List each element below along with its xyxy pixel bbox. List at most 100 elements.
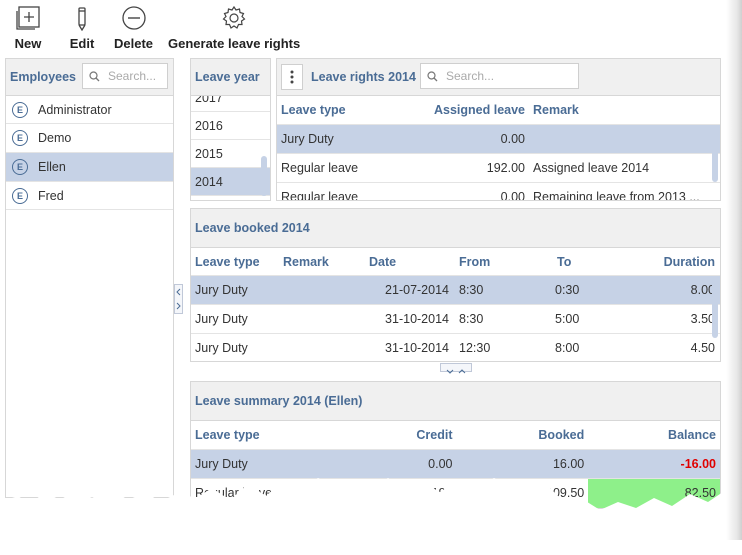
column-header[interactable]: From <box>453 255 523 269</box>
leave-year-value: 2015 <box>195 146 223 161</box>
cell-balance-negative: -16.00 <box>680 457 716 471</box>
cell-assigned-leave: 0.00 <box>500 190 525 200</box>
leave-year-scrollbar[interactable] <box>261 156 267 196</box>
cell-from: 12:30 <box>459 340 491 355</box>
torn-edge-decoration <box>0 478 742 555</box>
delete-button[interactable]: Delete <box>114 4 153 51</box>
page-shadow-right <box>726 0 742 540</box>
chevron-down-up-icon <box>446 369 466 374</box>
new-label: New <box>14 36 42 51</box>
table-row[interactable]: Jury Duty 0.00 <box>277 125 720 154</box>
employee-icon: E <box>12 130 28 146</box>
more-options-button[interactable] <box>281 64 303 90</box>
column-header[interactable]: Remark <box>279 255 365 269</box>
cell-credit: 0.00 <box>428 457 453 471</box>
cell-to: 8:00 <box>555 340 580 355</box>
column-header[interactable]: Remark <box>529 103 709 117</box>
cell-date: 21-07-2014 <box>385 283 449 297</box>
cell-duration: 8.00 <box>690 283 715 297</box>
employee-icon: E <box>12 187 28 204</box>
cell-leave-type: Jury Duty <box>195 340 248 355</box>
generate-label: Generate leave rights <box>168 36 301 51</box>
leave-booked-scrollbar[interactable] <box>712 278 718 338</box>
column-header[interactable]: Credit <box>325 428 457 442</box>
leave-year-title: Leave year <box>195 70 260 84</box>
minus-circle-icon <box>120 4 148 32</box>
pencil-icon <box>68 4 96 32</box>
edit-label: Edit <box>69 36 95 51</box>
column-header[interactable]: Assigned leave <box>413 103 529 117</box>
edit-button[interactable]: Edit <box>68 4 96 51</box>
leave-year-header: Leave year <box>191 59 270 96</box>
cell-leave-type: Jury Duty <box>195 283 248 297</box>
leave-booked-title: Leave booked 2014 <box>195 221 310 235</box>
leave-rights-scrollbar[interactable] <box>712 126 718 182</box>
panel-resize-handle[interactable] <box>440 363 472 374</box>
employee-icon: E <box>12 159 28 175</box>
cell-duration: 4.50 <box>690 340 715 355</box>
employees-header: Employees Search... <box>6 59 173 96</box>
leave-rights-search-input[interactable]: Search... <box>420 63 579 89</box>
cell-to: 0:30 <box>555 283 580 297</box>
leave-summary-title: Leave summary 2014 (Ellen) <box>195 394 363 408</box>
employee-row-selected[interactable]: E Ellen <box>6 153 173 182</box>
employee-name: Ellen <box>38 160 66 174</box>
employee-row[interactable]: E Demo <box>6 124 173 153</box>
leave-year-value: 2016 <box>195 118 223 133</box>
leave-year-row[interactable]: 2017 <box>191 96 270 112</box>
leave-rights-title: Leave rights 2014 <box>311 70 416 84</box>
column-header[interactable]: Leave type <box>277 103 413 117</box>
leave-rights-panel: Leave rights 2014 Search... Leave type A… <box>276 58 721 201</box>
leave-booked-panel: Leave booked 2014 Leave type Remark Date… <box>190 208 721 362</box>
employees-search-placeholder: Search... <box>108 69 157 83</box>
column-header[interactable]: To <box>523 255 609 269</box>
column-header[interactable]: Duration <box>609 255 719 269</box>
column-header[interactable]: Date <box>365 255 453 269</box>
cell-assigned-leave: 192.00 <box>486 161 525 175</box>
cell-date: 31-10-2014 <box>385 312 449 326</box>
leave-year-row[interactable]: 2015 <box>191 140 270 168</box>
employee-name: Fred <box>38 188 64 203</box>
cell-leave-type: Jury Duty <box>195 457 248 471</box>
cell-remark: Assigned leave 2014 <box>533 161 650 175</box>
table-row[interactable]: Jury Duty 31-10-2014 12:30 8:00 4.50 <box>191 334 720 361</box>
search-icon <box>89 70 100 81</box>
leave-year-value: 2017 <box>195 96 223 105</box>
leave-summary-table-header: Leave type Credit Booked Balance <box>191 421 720 450</box>
employee-icon: E <box>12 101 28 118</box>
leave-rights-search-placeholder: Search... <box>446 69 495 83</box>
leave-year-row-selected[interactable]: 2014 <box>191 168 270 196</box>
leave-year-row[interactable]: 2016 <box>191 112 270 140</box>
employees-panel: Employees Search... E Administrator E De… <box>5 58 174 498</box>
leave-rights-header: Leave rights 2014 Search... <box>277 59 720 96</box>
employees-search-input[interactable]: Search... <box>82 63 168 89</box>
new-button[interactable]: New <box>14 4 42 51</box>
generate-leave-rights-button[interactable]: Generate leave rights <box>168 4 300 51</box>
table-row[interactable]: Regular leave 192.00 Assigned leave 2014 <box>277 154 720 183</box>
leave-booked-table-header: Leave type Remark Date From To Duration <box>191 248 720 276</box>
vertical-dots-icon <box>290 70 294 84</box>
employee-row[interactable]: E Fred <box>6 182 173 210</box>
cell-leave-type: Regular leave <box>281 190 359 200</box>
employee-name: Demo <box>38 131 72 145</box>
employee-name: Administrator <box>38 102 112 117</box>
cell-remark: Remaining leave from 2013 ... <box>533 190 700 200</box>
leave-rights-table-header: Leave type Assigned leave Remark <box>277 96 720 125</box>
cell-leave-type: Jury Duty <box>281 132 334 146</box>
employee-row[interactable]: E Administrator <box>6 96 173 124</box>
search-icon <box>427 70 438 81</box>
column-header[interactable]: Booked <box>457 428 589 442</box>
column-header[interactable]: Balance <box>588 428 720 442</box>
cell-from: 8:30 <box>459 312 484 326</box>
table-row[interactable]: Regular leave 0.00 Remaining leave from … <box>277 183 720 200</box>
column-header[interactable]: Leave type <box>191 428 325 442</box>
sidebar-collapse-handle[interactable] <box>174 284 183 314</box>
table-row[interactable]: Jury Duty 21-07-2014 8:30 0:30 8.00 <box>191 276 720 305</box>
column-header[interactable]: Leave type <box>191 255 279 269</box>
cell-booked: 16.00 <box>552 457 585 471</box>
table-row[interactable]: Jury Duty 31-10-2014 8:30 5:00 3.50 <box>191 305 720 334</box>
chevron-left-right-icon <box>176 288 181 310</box>
cell-duration: 3.50 <box>690 312 715 326</box>
cell-to: 5:00 <box>555 312 580 326</box>
new-icon <box>14 4 42 32</box>
